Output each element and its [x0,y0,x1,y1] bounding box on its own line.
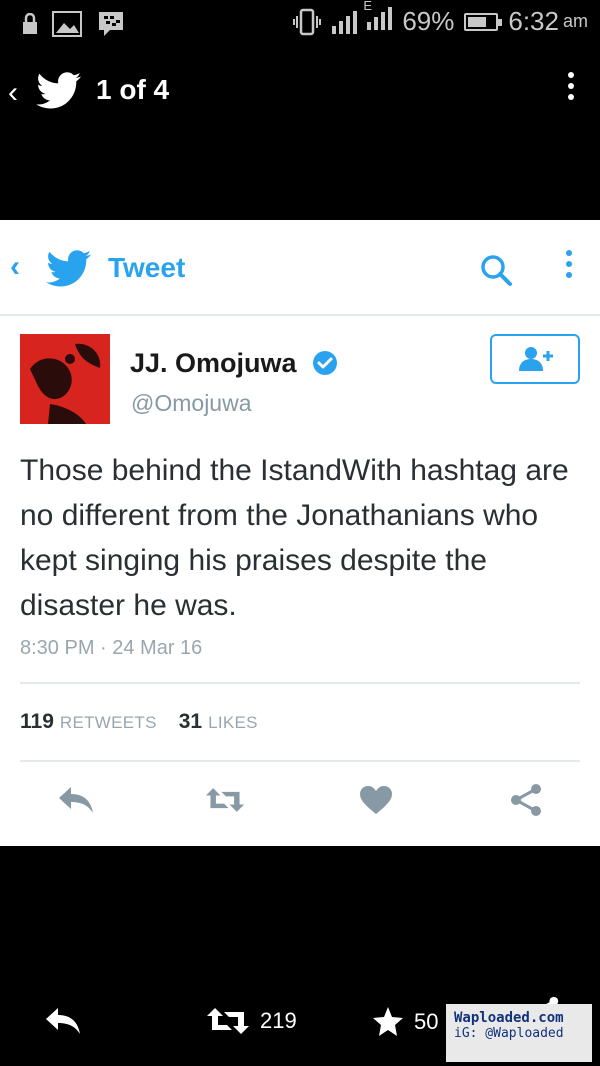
tweet-kebab-icon[interactable] [566,250,572,278]
author-handle[interactable]: @Omojuwa [131,390,252,417]
follow-icon [519,347,553,371]
gallery-like-button[interactable]: 50 [372,1006,438,1038]
watermark-line2: iG: @Waploaded [454,1026,564,1041]
reply-icon [59,787,93,813]
gallery-top-bar: ‹ 1 of 4 [0,48,600,220]
retweet-icon [207,1008,249,1034]
gallery-like-count: 50 [414,1009,439,1034]
tweet-back-icon[interactable]: ‹ [10,250,20,284]
status-bar: E 69% 6:32 am [0,0,600,48]
signal-2-group: E [363,0,393,37]
star-icon [373,1007,403,1036]
tweet-text: Those behind the IstandWith hashtag are … [20,454,569,622]
retweet-icon [205,788,245,812]
divider [20,760,580,762]
gallery-reply-button[interactable] [44,1006,82,1036]
watermark-line1: Waploaded.com [454,1010,564,1026]
heart-icon [360,786,392,814]
back-chevron-icon[interactable]: ‹ [8,76,18,110]
retweets-count[interactable]: 119 [20,710,54,734]
tweet-card: ‹ Tweet JJ. Omojuwa @Omojuwa Those behin… [0,220,600,846]
likes-count[interactable]: 31 [179,710,202,734]
signal-icon [332,10,358,34]
twitter-bird-icon [46,250,92,287]
gallery-kebab-icon[interactable] [568,72,574,100]
retweets-label[interactable]: RETWEETS [60,713,157,733]
divider [20,682,580,684]
search-icon[interactable] [478,252,514,288]
tweet-header: ‹ Tweet [0,220,600,316]
notification-icons [22,10,126,38]
image-icon [52,11,82,37]
avatar[interactable] [20,334,110,424]
twitter-bird-icon[interactable] [36,72,82,110]
reply-icon [46,1008,80,1034]
share-button[interactable] [506,780,546,820]
like-button[interactable] [356,780,396,820]
likes-label[interactable]: LIKES [208,713,258,733]
gallery-bottom-bar: 219 50 Waploaded.com iG: @Waploaded [0,846,600,1066]
retweet-button[interactable] [205,780,245,820]
follow-button[interactable] [490,334,580,384]
system-status: E 69% 6:32 am [292,0,588,37]
gallery-retweet-count: 219 [260,1008,297,1033]
gallery-counter: 1 of 4 [96,74,170,105]
gallery-retweet-button[interactable]: 219 [206,1006,297,1036]
vibrate-icon [293,8,322,35]
share-icon [511,784,541,816]
author-name[interactable]: JJ. Omojuwa [130,348,297,379]
bbm-icon [99,12,123,36]
reply-button[interactable] [56,780,96,820]
battery-icon [464,12,503,31]
watermark: Waploaded.com iG: @Waploaded [446,1004,592,1062]
clock-ampm: am [562,11,588,31]
clock-time: 6:32 [508,6,559,36]
tweet-timestamp: 8:30 PM · 24 Mar 16 [20,637,203,659]
battery-percent: 69% [402,6,455,36]
tweet-stats: 119 RETWEETS 31 LIKES [20,710,280,734]
tweet-header-title: Tweet [108,252,186,283]
lock-icon [23,13,37,34]
network-type-label: E [363,0,372,13]
verified-icon [313,351,337,375]
